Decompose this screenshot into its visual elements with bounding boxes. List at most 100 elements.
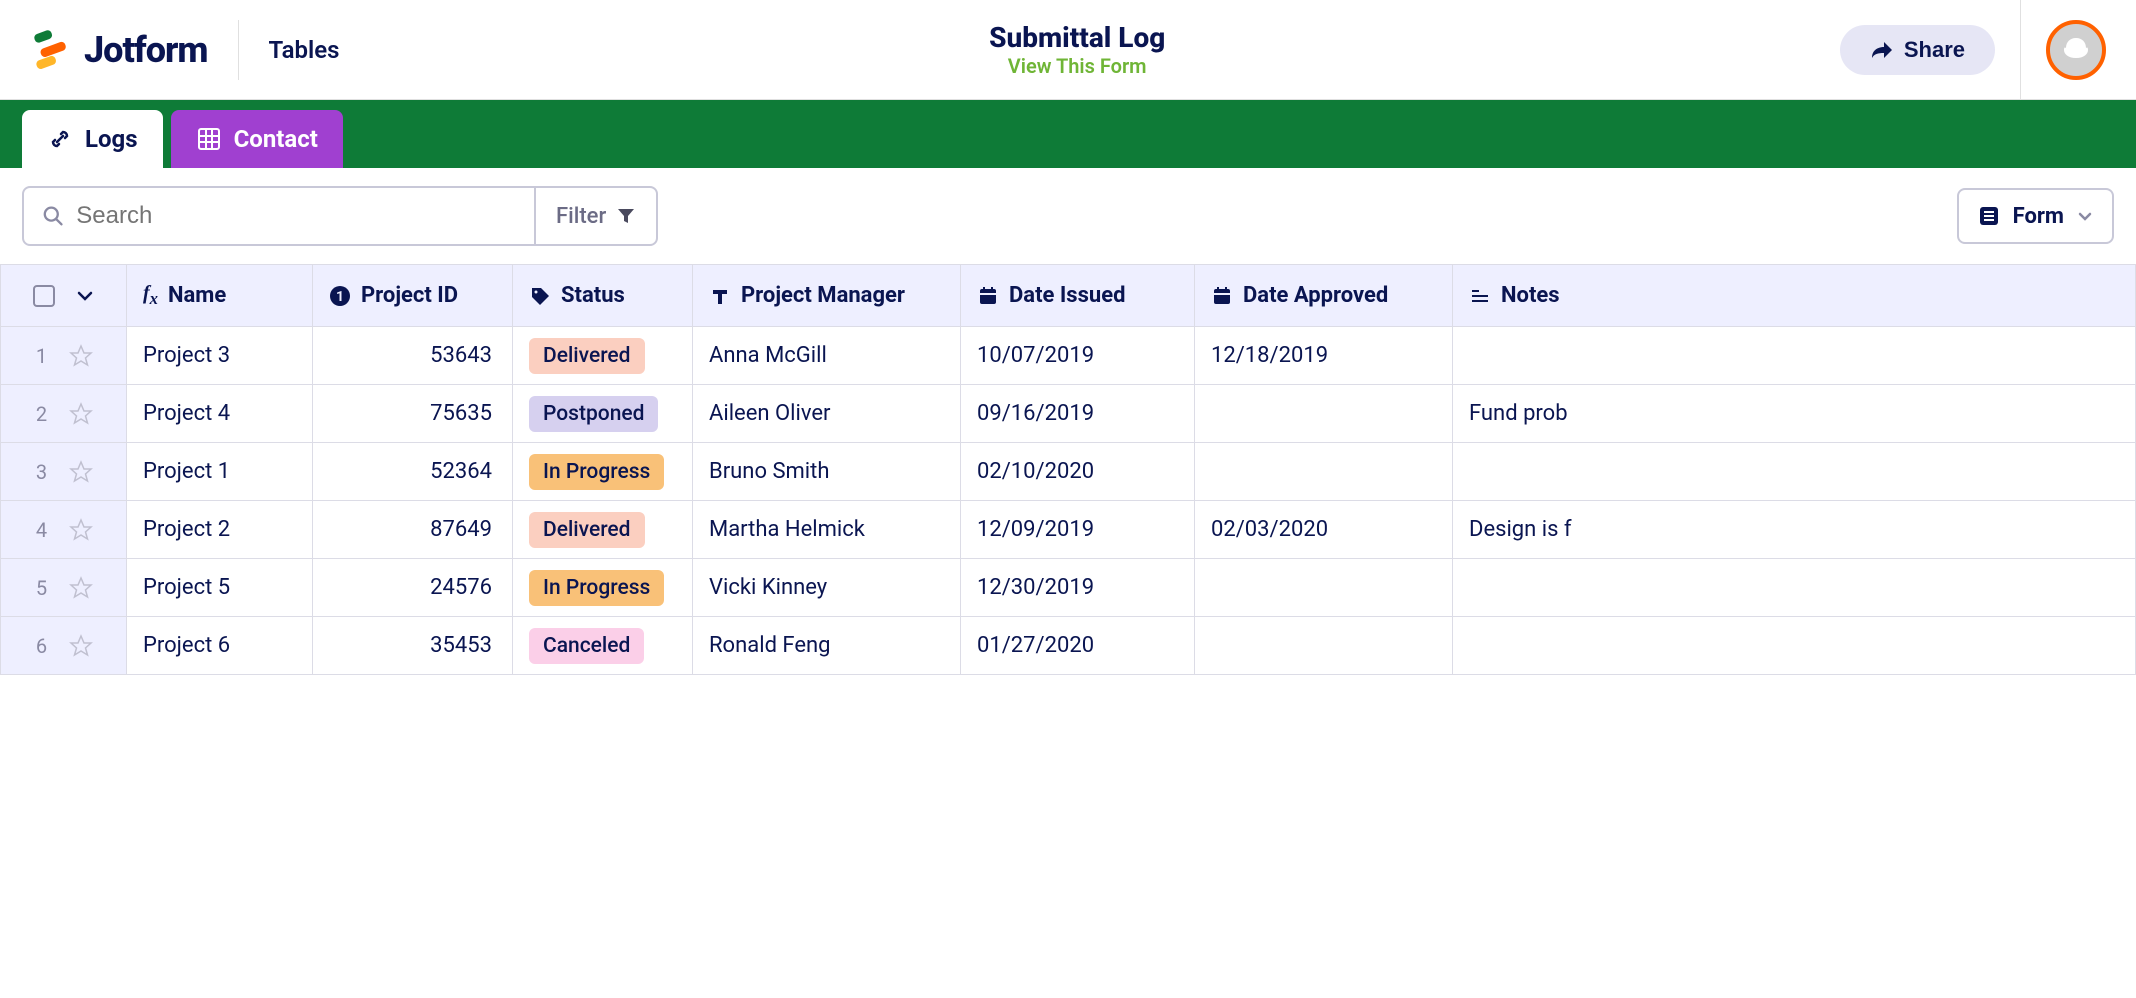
header-actions: Share xyxy=(1815,0,2106,100)
cell-name[interactable]: Project 5 xyxy=(127,559,313,617)
cell-project-id[interactable]: 87649 xyxy=(313,501,513,559)
brand-name: Jotform xyxy=(84,29,208,71)
search-input[interactable] xyxy=(76,202,516,230)
star-icon[interactable] xyxy=(68,517,94,543)
table-row[interactable]: 3Project 152364In ProgressBruno Smith02/… xyxy=(1,443,2136,501)
cell-notes[interactable] xyxy=(1453,443,2136,501)
column-header-status[interactable]: Status xyxy=(513,265,693,327)
table-row[interactable]: 6 Project 635453 Canceled Ronald Feng01/27/… xyxy=(1,617,2136,675)
cell-date-approved[interactable]: 02/03/2020 xyxy=(1195,501,1453,559)
form-view-button[interactable]: Form xyxy=(1957,188,2114,244)
cell-date-issued[interactable]: 12/30/2019 xyxy=(961,559,1195,617)
cell-status[interactable]: In Progress xyxy=(513,559,693,617)
cell-date-issued[interactable]: 09/16/2019 xyxy=(961,385,1195,443)
info-icon: 1 xyxy=(329,285,351,307)
cell-name[interactable]: Project 6 xyxy=(127,617,313,675)
column-header-date-issued[interactable]: Date Issued xyxy=(961,265,1195,327)
column-header-name[interactable]: fx Name xyxy=(127,265,313,327)
chevron-down-icon xyxy=(2076,207,2094,225)
search-filter-group: Filter xyxy=(22,186,658,246)
cell-project-id[interactable]: 52364 xyxy=(313,443,513,501)
cell-notes[interactable]: Fund prob xyxy=(1453,385,2136,443)
cell-status[interactable]: In Progress xyxy=(513,443,693,501)
chevron-down-icon[interactable] xyxy=(75,286,95,306)
row-controls: 2 xyxy=(1,385,127,443)
cell-project-manager[interactable]: Anna McGill xyxy=(693,327,961,385)
filter-icon xyxy=(616,206,636,226)
cell-date-approved[interactable]: 12/18/2019 xyxy=(1195,327,1453,385)
cell-project-id[interactable]: 35453 xyxy=(313,617,513,675)
cell-project-manager[interactable]: Martha Helmick xyxy=(693,501,961,559)
filter-label: Filter xyxy=(556,204,606,229)
filter-button[interactable]: Filter xyxy=(534,188,656,244)
table-row[interactable]: 2 Project 475635 Postponed Aileen Oliver09/… xyxy=(1,385,2136,443)
search-box[interactable] xyxy=(24,188,534,244)
cell-date-issued[interactable]: 01/27/2020 xyxy=(961,617,1195,675)
cell-date-approved[interactable] xyxy=(1195,617,1453,675)
cell-date-approved[interactable] xyxy=(1195,443,1453,501)
share-icon xyxy=(1870,40,1894,60)
table-row[interactable]: 4Project 287649DeliveredMartha Helmick12… xyxy=(1,501,2136,559)
row-controls: 1 xyxy=(1,327,127,385)
status-badge: Canceled xyxy=(529,628,644,664)
cell-date-issued[interactable]: 10/07/2019 xyxy=(961,327,1195,385)
column-header-project-manager[interactable]: Project Manager xyxy=(693,265,961,327)
cell-date-issued[interactable]: 02/10/2020 xyxy=(961,443,1195,501)
cell-status[interactable]: Postponed xyxy=(513,385,693,443)
select-all-checkbox[interactable] xyxy=(33,285,55,307)
cell-status[interactable]: Delivered xyxy=(513,501,693,559)
cell-name[interactable]: Project 3 xyxy=(127,327,313,385)
cell-project-manager[interactable]: Aileen Oliver xyxy=(693,385,961,443)
search-icon xyxy=(42,204,64,228)
cell-date-approved[interactable] xyxy=(1195,385,1453,443)
cell-status[interactable]: Canceled xyxy=(513,617,693,675)
column-header-project-id[interactable]: 1 Project ID xyxy=(313,265,513,327)
tab-contact[interactable]: Contact xyxy=(171,110,343,168)
cell-date-issued[interactable]: 12/09/2019 xyxy=(961,501,1195,559)
brand-logo[interactable]: Jotform xyxy=(30,20,239,80)
tag-icon xyxy=(529,285,551,307)
column-header-notes[interactable]: Notes xyxy=(1453,265,2136,327)
jotform-logo-icon xyxy=(30,28,74,72)
star-icon[interactable] xyxy=(68,459,94,485)
table-row[interactable]: 1Project 353643 Delivered Anna McGill10/07… xyxy=(1,327,2136,385)
cell-name[interactable]: Project 4 xyxy=(127,385,313,443)
star-icon[interactable] xyxy=(68,575,94,601)
cell-notes[interactable]: Design is f xyxy=(1453,501,2136,559)
cell-status[interactable]: Delivered xyxy=(513,327,693,385)
column-header-date-approved[interactable]: Date Approved xyxy=(1195,265,1453,327)
page-title: Submittal Log xyxy=(340,21,1815,54)
star-icon[interactable] xyxy=(68,343,94,369)
status-badge: Postponed xyxy=(529,396,658,432)
data-table: fx Name 1 Project ID Status Proj xyxy=(0,264,2136,675)
table-row[interactable]: 5Project 524576In ProgressVicki Kinney12… xyxy=(1,559,2136,617)
cell-project-id[interactable]: 24576 xyxy=(313,559,513,617)
link-icon xyxy=(47,126,73,152)
svg-text:1: 1 xyxy=(336,289,344,305)
header-controls xyxy=(1,265,127,327)
cell-project-manager[interactable]: Bruno Smith xyxy=(693,443,961,501)
view-form-link[interactable]: View This Form xyxy=(340,54,1815,78)
cell-date-approved[interactable] xyxy=(1195,559,1453,617)
cell-project-manager[interactable]: Vicki Kinney xyxy=(693,559,961,617)
star-icon[interactable] xyxy=(68,633,94,659)
user-avatar[interactable] xyxy=(2046,20,2106,80)
status-badge: In Progress xyxy=(529,570,664,606)
row-number: 6 xyxy=(34,634,50,658)
cell-notes[interactable] xyxy=(1453,617,2136,675)
cell-project-id[interactable]: 53643 xyxy=(313,327,513,385)
share-button[interactable]: Share xyxy=(1840,25,1995,75)
row-number: 2 xyxy=(34,402,50,426)
status-badge: Delivered xyxy=(529,338,645,374)
status-badge: In Progress xyxy=(529,454,664,490)
cell-name[interactable]: Project 1 xyxy=(127,443,313,501)
tab-label: Contact xyxy=(234,125,318,153)
star-icon[interactable] xyxy=(68,401,94,427)
tab-logs[interactable]: Logs xyxy=(22,110,163,168)
cell-project-id[interactable]: 75635 xyxy=(313,385,513,443)
cell-notes[interactable] xyxy=(1453,327,2136,385)
section-label: Tables xyxy=(239,36,340,64)
cell-notes[interactable] xyxy=(1453,559,2136,617)
cell-name[interactable]: Project 2 xyxy=(127,501,313,559)
cell-project-manager[interactable]: Ronald Feng xyxy=(693,617,961,675)
